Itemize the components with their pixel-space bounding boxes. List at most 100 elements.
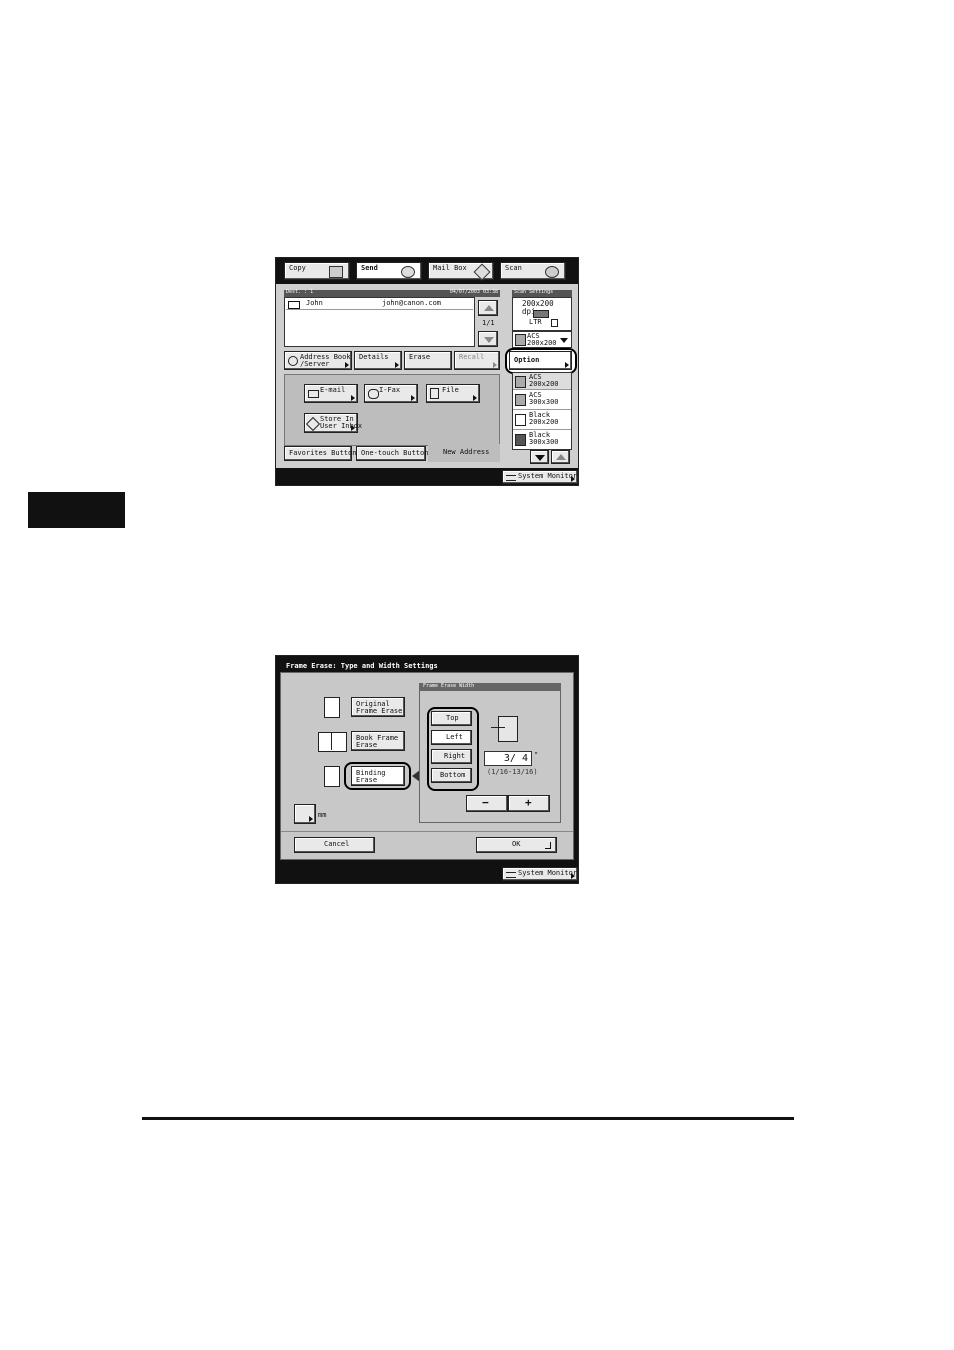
dialog-title: Frame Erase: Type and Width Settings	[286, 662, 438, 670]
chevron-right-icon	[493, 362, 497, 368]
system-monitor-button[interactable]: System Monitor	[502, 867, 578, 881]
mode-item[interactable]: ACS 300x300	[513, 390, 571, 410]
mode-item-label: Black 300x300	[529, 431, 559, 447]
details-button[interactable]: Details	[354, 351, 402, 370]
portrait-icon	[551, 319, 558, 327]
file-button[interactable]: File	[426, 384, 480, 403]
tab-send[interactable]: Send	[356, 262, 422, 280]
scan-settings-box: 200x200 dpi LTR	[512, 297, 572, 331]
book-frame-erase-button[interactable]: Book Frame Erase	[351, 731, 405, 751]
system-monitor-button[interactable]: System Monitor	[502, 470, 578, 484]
address-book-button[interactable]: Address Book /Server	[284, 351, 352, 370]
mailbox-icon	[473, 263, 491, 281]
button-label: Right	[444, 752, 466, 760]
unit-label: mm	[318, 811, 327, 819]
email-button[interactable]: E-mail	[304, 384, 358, 403]
destination-count: Dest. : 1	[286, 289, 314, 295]
store-in-user-inbox-button[interactable]: Store In User Inbox	[304, 413, 362, 433]
favorites-buttons-tab[interactable]: Favorites Buttons	[284, 446, 361, 461]
binding-icon	[324, 766, 340, 787]
mode-selected-label: ACS 200x200	[527, 332, 557, 348]
recall-button[interactable]: Recall	[454, 351, 500, 370]
list-scroll-up-button[interactable]	[551, 450, 570, 464]
scroll-down-button[interactable]	[478, 331, 498, 347]
tab-copy[interactable]: Copy	[284, 262, 350, 280]
destination-header: Dest. : 1 04/07/2003 03:38	[284, 289, 500, 297]
tab-scan[interactable]: Scan	[500, 262, 566, 280]
mode-dropdown[interactable]: ACS 200x200	[512, 331, 572, 348]
mode-item[interactable]: ACS 200x200	[513, 373, 571, 390]
new-address-tab[interactable]: New Address	[428, 444, 500, 462]
left-edge-marker-line	[491, 727, 505, 728]
button-label: Original Frame Erase	[356, 700, 403, 716]
unit-toggle-button[interactable]	[294, 804, 316, 824]
button-label: System Monitor	[518, 472, 578, 480]
plus-icon: +	[525, 796, 532, 809]
destination-name: John	[306, 299, 323, 307]
black-mode-icon	[515, 414, 526, 426]
scan-icon	[545, 266, 559, 278]
bottom-side-button[interactable]: Bottom	[431, 768, 472, 783]
list-scroll-down-button[interactable]	[530, 450, 549, 464]
tab-label: Favorites Buttons	[289, 449, 361, 457]
destination-list: John john@canon.com	[284, 297, 475, 347]
mode-item[interactable]: Black 200x200	[513, 410, 571, 430]
inbox-icon	[305, 416, 321, 432]
width-group-title: Frame Erase Width	[420, 683, 560, 691]
binding-erase-button[interactable]: Binding Erase	[351, 766, 405, 786]
address-book-icon	[288, 356, 298, 366]
button-label: Left	[446, 733, 463, 741]
mode-item-label: ACS 300x300	[529, 391, 559, 407]
triangle-down-icon	[484, 337, 494, 343]
right-side-button[interactable]: Right	[431, 749, 472, 764]
button-label: File	[442, 386, 459, 394]
scroll-up-button[interactable]	[478, 300, 498, 316]
chevron-right-icon	[473, 395, 477, 401]
file-icon	[430, 388, 439, 399]
triangle-down-icon	[535, 455, 545, 461]
copy-icon	[329, 266, 343, 278]
mode-list: ACS 200x200 ACS 300x300 Black 200x200 Bl…	[512, 372, 572, 450]
width-range: (1/16-13/16)	[487, 768, 538, 776]
duplex-icon	[533, 310, 549, 318]
ok-button[interactable]: OK	[476, 837, 557, 853]
original-frame-erase-button[interactable]: Original Frame Erase	[351, 697, 405, 717]
top-side-button[interactable]: Top	[431, 711, 472, 726]
color-mode-icon	[515, 394, 526, 406]
one-touch-buttons-tab[interactable]: One-touch Buttons	[356, 446, 433, 461]
send-icon	[401, 266, 415, 278]
chevron-right-icon	[351, 395, 355, 401]
ifax-button[interactable]: I-Fax	[364, 384, 418, 403]
chevron-right-icon	[395, 362, 399, 368]
chevron-right-icon	[571, 873, 575, 879]
mode-item[interactable]: Black 300x300	[513, 430, 571, 449]
button-label: System Monitor	[518, 869, 578, 877]
button-label: Binding Erase	[356, 769, 386, 785]
chapter-tab-marker	[28, 492, 125, 528]
chevron-right-icon	[351, 425, 355, 431]
width-value-field[interactable]: 3/ 4	[484, 751, 532, 766]
button-label: Cancel	[324, 840, 350, 848]
color-mode-icon	[515, 334, 526, 346]
enter-icon	[545, 842, 551, 849]
cancel-button[interactable]: Cancel	[294, 837, 375, 853]
destination-date: 04/07/2003 03:38	[449, 289, 498, 295]
dialog-footer-divider	[281, 831, 573, 832]
triangle-up-icon	[556, 454, 566, 460]
width-unit-symbol: "	[534, 751, 539, 759]
chevron-right-icon	[565, 362, 569, 368]
destination-row[interactable]: John john@canon.com	[286, 299, 473, 310]
option-button[interactable]: Option	[509, 351, 572, 370]
erase-button[interactable]: Erase	[404, 351, 452, 370]
tab-label: One-touch Buttons	[361, 449, 433, 457]
decrease-button[interactable]: −	[466, 795, 508, 812]
email-type-icon	[288, 301, 300, 309]
width-value: 3/ 4	[503, 753, 528, 764]
mode-item-label: Black 200x200	[529, 411, 559, 427]
tab-label: Copy	[289, 264, 306, 272]
tab-mail-box[interactable]: Mail Box	[428, 262, 494, 281]
tab-label: Scan	[505, 264, 522, 272]
increase-button[interactable]: +	[508, 795, 550, 812]
left-side-button[interactable]: Left	[431, 730, 472, 745]
original-frame-icon	[324, 697, 340, 718]
